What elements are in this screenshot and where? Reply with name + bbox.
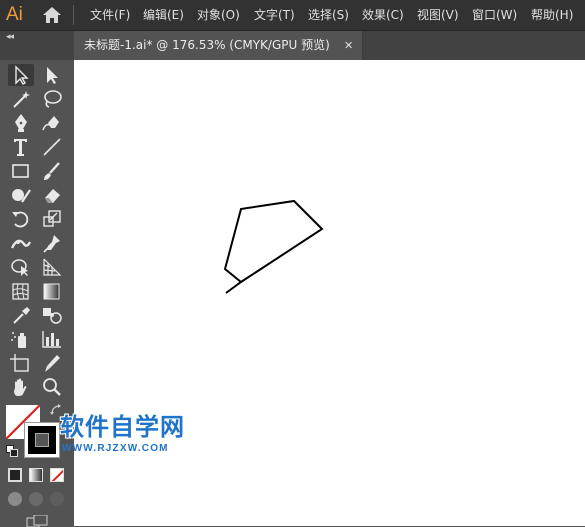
- type-tool-icon[interactable]: [8, 136, 34, 158]
- menu-bar: Ai 文件(F) 编辑(E) 对象(O) 文字(T) 选择(S) 效果(C) 视…: [0, 0, 585, 31]
- home-icon[interactable]: [42, 6, 62, 24]
- menu-effect[interactable]: 效果(C): [362, 0, 404, 30]
- document-tab[interactable]: 未标题-1.ai* @ 176.53% (CMYK/GPU 预览) ✕: [74, 31, 363, 60]
- collapse-panel-icon[interactable]: ◂◂: [6, 31, 14, 43]
- none-mode-icon[interactable]: [50, 468, 64, 482]
- hand-tool-icon[interactable]: [8, 376, 34, 398]
- gradient-mode-icon[interactable]: [29, 468, 43, 482]
- column-graph-tool-icon[interactable]: [39, 328, 65, 350]
- none-slash-icon: [51, 469, 63, 481]
- menu-file[interactable]: 文件(F): [90, 0, 130, 30]
- watermark-url: WWW.RJZXW.COM: [62, 443, 169, 454]
- blend-tool-icon[interactable]: [39, 304, 65, 326]
- lasso-tool-icon[interactable]: [39, 88, 65, 110]
- color-mode-icon[interactable]: [8, 468, 22, 482]
- menu-window[interactable]: 窗口(W): [472, 0, 517, 30]
- site-watermark: 软件自学网 WWW.RJZXW.COM: [60, 412, 220, 460]
- rectangle-tool-icon[interactable]: [8, 160, 34, 182]
- shaper-tool-icon[interactable]: [8, 184, 34, 206]
- watermark-title: 软件自学网: [60, 413, 185, 441]
- artboard-tool-icon[interactable]: [8, 352, 34, 374]
- menu-select[interactable]: 选择(S): [308, 0, 349, 30]
- magic-wand-tool-icon[interactable]: [8, 88, 34, 110]
- document-tab-title[interactable]: 未标题-1.ai* @ 176.53% (CMYK/GPU 预览): [84, 31, 330, 60]
- shape-builder-tool-icon[interactable]: [8, 256, 34, 278]
- menu-type[interactable]: 文字(T): [254, 0, 295, 30]
- curvature-tool-icon[interactable]: [39, 112, 65, 134]
- eraser-tool-icon[interactable]: [39, 184, 65, 206]
- draw-inside-icon[interactable]: [50, 492, 64, 506]
- rotate-tool-icon[interactable]: [8, 208, 34, 230]
- menu-divider: [73, 5, 74, 25]
- screen-mode-icon[interactable]: [26, 515, 48, 527]
- paintbrush-tool-icon[interactable]: [39, 160, 65, 182]
- menu-view[interactable]: 视图(V): [417, 0, 459, 30]
- pen-tool-icon[interactable]: [8, 112, 34, 134]
- draw-behind-icon[interactable]: [29, 492, 43, 506]
- slice-tool-icon[interactable]: [39, 352, 65, 374]
- eyedropper-tool-icon[interactable]: [8, 304, 34, 326]
- stroke-color-swatch[interactable]: [24, 422, 60, 458]
- direct-selection-tool-icon[interactable]: [39, 64, 65, 86]
- symbol-sprayer-tool-icon[interactable]: [8, 328, 34, 350]
- zoom-tool-icon[interactable]: [39, 376, 65, 398]
- selection-tool-icon[interactable]: [8, 64, 34, 86]
- mesh-tool-icon[interactable]: [8, 280, 34, 302]
- width-tool-icon[interactable]: [8, 232, 34, 254]
- gradient-tool-icon[interactable]: [39, 280, 65, 302]
- puppet-warp-tool-icon[interactable]: [39, 232, 65, 254]
- perspective-grid-tool-icon[interactable]: [39, 256, 65, 278]
- stroke-hollow-center: [35, 433, 49, 447]
- close-tab-icon[interactable]: ✕: [344, 31, 353, 60]
- app-logo: Ai: [6, 4, 23, 25]
- line-segment-tool-icon[interactable]: [39, 136, 65, 158]
- scale-tool-icon[interactable]: [39, 208, 65, 230]
- default-colors-icon[interactable]: [6, 445, 18, 457]
- menu-edit[interactable]: 编辑(E): [143, 0, 184, 30]
- draw-normal-icon[interactable]: [8, 492, 22, 506]
- menu-object[interactable]: 对象(O): [197, 0, 240, 30]
- menu-help[interactable]: 帮助(H): [531, 0, 573, 30]
